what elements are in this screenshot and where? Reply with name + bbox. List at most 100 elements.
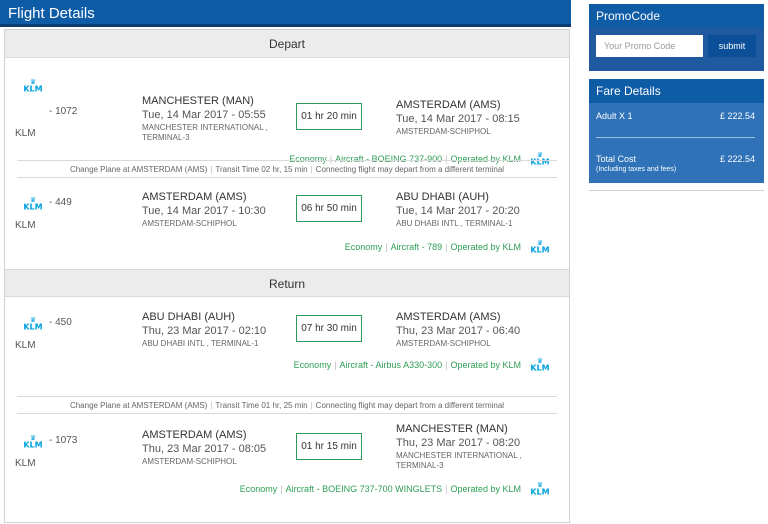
transit-time: Transit Time 01 hr, 25 min: [215, 401, 308, 410]
operated-by: Operated by KLM: [450, 242, 521, 252]
arrival-airport: ABU DHABI INTL , TERMINAL-1: [396, 219, 513, 228]
flight-number: - 449: [49, 197, 72, 208]
depart-section-header: Depart: [5, 30, 569, 58]
fare-details-body: Adult X 1 £ 222.54 Total Cost (Including…: [589, 103, 764, 183]
fare-adult-row: Adult X 1 £ 222.54: [596, 111, 755, 121]
fare-details-panel: Fare Details Adult X 1 £ 222.54 Total Co…: [589, 79, 764, 183]
arrival-datetime: Thu, 23 Mar 2017 - 06:40: [396, 325, 521, 337]
departure-city: ABU DHABI (AUH): [142, 311, 235, 323]
connection-info: Change Plane at AMSTERDAM (AMS) | Transit …: [17, 160, 557, 178]
svg-text:KLM: KLM: [530, 488, 549, 496]
arrival-city: AMSTERDAM (AMS): [396, 311, 501, 323]
promo-code-input[interactable]: [596, 35, 703, 57]
sidebar-divider: [589, 190, 764, 191]
klm-logo-icon: ♛ KLM: [527, 481, 553, 498]
flight-duration: 01 hr 15 min: [296, 433, 362, 460]
departure-airport-line2: TERMINAL-3: [142, 133, 190, 142]
airline-name: KLM: [15, 340, 36, 351]
flight-details-header: Flight Details: [0, 0, 571, 27]
departure-city: AMSTERDAM (AMS): [142, 429, 247, 441]
departure-city: AMSTERDAM (AMS): [142, 191, 247, 203]
svg-text:KLM: KLM: [23, 441, 42, 449]
klm-logo-icon: ♛ KLM: [527, 357, 553, 374]
change-plane: Change Plane at AMSTERDAM (AMS): [69, 165, 208, 174]
flight-meta: Economy | Aircraft - 789 | Operated by KLM: [344, 242, 521, 252]
arrival-airport: AMSTERDAM-SCHIPHOL: [396, 339, 491, 348]
arrival-city: MANCHESTER (MAN): [396, 423, 508, 435]
fare-adult-label: Adult X 1: [596, 111, 633, 121]
fare-total-note: (Including taxes and fees): [596, 166, 677, 173]
airline-name: KLM: [15, 220, 36, 231]
klm-logo-icon: ♛ KLM: [19, 196, 47, 213]
fare-total-amount: £ 222.54: [719, 154, 755, 164]
arrival-airport: AMSTERDAM-SCHIPHOL: [396, 127, 491, 136]
connection-info: Change Plane at AMSTERDAM (AMS) | Transit …: [17, 396, 557, 414]
operated-by: Operated by KLM: [450, 360, 521, 370]
arrival-airport: MANCHESTER INTERNATIONAL , TERMINAL-3: [396, 451, 522, 471]
flight-segment: ♛ KLM - 1072 KLM MANCHESTER (MAN) Tue, 14…: [5, 58, 569, 167]
departure-airport: AMSTERDAM-SCHIPHOL: [142, 219, 237, 228]
cabin-class: Economy: [293, 360, 332, 370]
airline-name: KLM: [15, 128, 36, 139]
arrival-datetime: Tue, 14 Mar 2017 - 20:20: [396, 205, 520, 217]
flight-details-panel: Flight Details Depart ♛ KLM - 1072 KLM MA…: [0, 0, 571, 524]
departure-airport-line1: MANCHESTER INTERNATIONAL ,: [142, 123, 268, 132]
departure-city: MANCHESTER (MAN): [142, 95, 254, 107]
transit-time: Transit Time 02 hr, 15 min: [215, 165, 308, 174]
flight-segment: ♛ KLM - 450 KLM ABU DHABI (AUH) Thu, 23 M…: [5, 298, 569, 396]
arrival-datetime: Tue, 14 Mar 2017 - 08:15: [396, 113, 520, 125]
fare-divider: [596, 137, 755, 138]
fare-details-title: Fare Details: [589, 79, 764, 103]
svg-text:KLM: KLM: [23, 203, 42, 211]
change-plane: Change Plane at AMSTERDAM (AMS): [69, 401, 208, 410]
departure-datetime: Thu, 23 Mar 2017 - 08:05: [142, 443, 267, 455]
flight-number: - 450: [49, 317, 72, 328]
departure-datetime: Tue, 14 Mar 2017 - 10:30: [142, 205, 266, 217]
arrival-city: AMSTERDAM (AMS): [396, 99, 501, 111]
flight-duration: 01 hr 20 min: [296, 103, 362, 130]
svg-text:KLM: KLM: [23, 85, 42, 93]
airline-name: KLM: [15, 458, 36, 469]
svg-text:KLM: KLM: [23, 323, 42, 331]
flight-number: - 1072: [49, 106, 78, 117]
promo-submit-button[interactable]: submit: [708, 35, 756, 57]
arrival-airport-line1: MANCHESTER INTERNATIONAL ,: [396, 451, 522, 460]
cabin-class: Economy: [239, 484, 278, 494]
departure-datetime: Tue, 14 Mar 2017 - 05:55: [142, 109, 266, 121]
flight-meta: Economy | Aircraft - BOEING 737-700 WINGLE…: [239, 484, 521, 494]
flight-duration: 07 hr 30 min: [296, 315, 362, 342]
klm-logo-icon: ♛ KLM: [527, 239, 553, 256]
aircraft-type: Aircraft - 789: [390, 242, 443, 252]
page-title: Flight Details: [8, 5, 95, 22]
svg-text:KLM: KLM: [530, 364, 549, 372]
arrival-datetime: Thu, 23 Mar 2017 - 08:20: [396, 437, 521, 449]
aircraft-type: Aircraft - Airbus A330-300: [339, 360, 443, 370]
departure-airport: MANCHESTER INTERNATIONAL , TERMINAL-3: [142, 123, 268, 143]
promo-code-panel: PromoCode submit: [589, 4, 764, 71]
return-section-header: Return: [5, 269, 569, 297]
fare-total-row: Total Cost (Including taxes and fees) £ …: [596, 154, 755, 173]
klm-logo-icon: ♛ KLM: [19, 316, 47, 333]
arrival-city: ABU DHABI (AUH): [396, 191, 489, 203]
arrival-airport-line2: TERMINAL-3: [396, 461, 444, 470]
flight-number: - 1073: [49, 435, 78, 446]
flight-meta: Economy | Aircraft - Airbus A330-300 | Opera…: [293, 360, 521, 370]
flight-segment: ♛ KLM - 1073 KLM AMSTERDAM (AMS) Thu, 23 …: [5, 414, 569, 522]
departure-airport: ABU DHABI INTL , TERMINAL-1: [142, 339, 259, 348]
operated-by: Operated by KLM: [450, 484, 521, 494]
aircraft-type: Aircraft - BOEING 737-700 WINGLETS: [285, 484, 443, 494]
departure-datetime: Thu, 23 Mar 2017 - 02:10: [142, 325, 267, 337]
flight-segment: ♛ KLM - 449 KLM AMSTERDAM (AMS) Tue, 14 M…: [5, 178, 569, 268]
fare-adult-amount: £ 222.54: [719, 111, 755, 121]
itinerary-container: Depart ♛ KLM - 1072 KLM MANCHESTER (MAN) …: [4, 29, 570, 523]
connection-note: Connecting flight may depart from a diff…: [315, 165, 505, 174]
klm-logo-icon: ♛ KLM: [19, 434, 47, 451]
promo-code-body: submit: [589, 28, 764, 71]
departure-airport: AMSTERDAM-SCHIPHOL: [142, 457, 237, 466]
svg-text:KLM: KLM: [530, 246, 549, 254]
klm-logo-icon: ♛ KLM: [19, 78, 47, 95]
flight-duration: 06 hr 50 min: [296, 195, 362, 222]
connection-note: Connecting flight may depart from a diff…: [315, 401, 505, 410]
promo-code-title: PromoCode: [589, 4, 764, 28]
cabin-class: Economy: [344, 242, 383, 252]
